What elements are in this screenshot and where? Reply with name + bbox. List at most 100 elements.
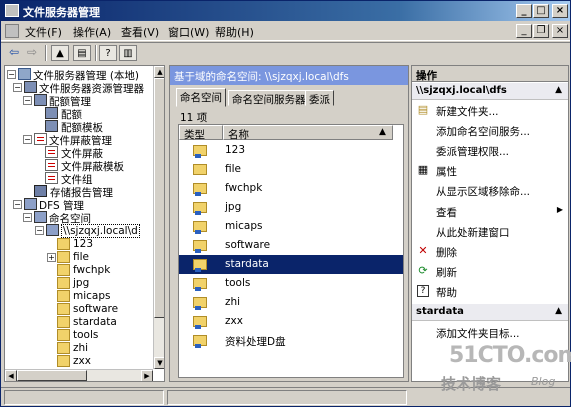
document-window-icon[interactable] — [5, 24, 19, 38]
scroll-thumb[interactable] — [17, 370, 87, 381]
table-row[interactable]: zxx — [179, 312, 403, 331]
collapse-icon[interactable]: − — [23, 213, 32, 222]
table-row[interactable]: software — [179, 236, 403, 255]
show-action-pane-icon[interactable]: ▥ — [119, 45, 137, 61]
folder-icon — [57, 251, 70, 263]
table-row[interactable]: file — [179, 160, 403, 179]
folder-new-icon: ▤ — [417, 103, 429, 116]
mdi-restore-button[interactable]: ❐ — [533, 24, 549, 38]
action-view[interactable]: 查看 ▶ — [412, 202, 568, 220]
actions-section-namespace[interactable]: \\sjzqxj.local\dfs ▲ — [412, 83, 568, 100]
column-header-type[interactable]: 类型 — [179, 125, 223, 141]
collapse-header-icon[interactable]: ▲ — [379, 127, 397, 137]
table-row-selected[interactable]: stardata — [179, 255, 403, 274]
tab-delegation[interactable]: 委派 — [305, 90, 334, 106]
collapse-icon[interactable]: − — [7, 70, 16, 79]
back-arrow-icon[interactable]: ⇦ — [5, 45, 23, 61]
watermark-blog: Blog — [531, 375, 556, 388]
shared-folder-icon — [193, 221, 207, 234]
shared-folder-icon — [193, 145, 207, 158]
collapse-icon[interactable]: − — [23, 135, 32, 144]
mdi-close-button[interactable]: × — [552, 24, 568, 38]
close-button[interactable]: × — [552, 4, 568, 18]
actions-title: 操作 — [412, 66, 568, 82]
action-new-folder[interactable]: ▤ 新建文件夹... — [412, 101, 568, 119]
scroll-thumb[interactable] — [154, 78, 164, 318]
help-icon[interactable]: ? — [99, 45, 117, 61]
action-add-folder-target[interactable]: 添加文件夹目标... — [412, 323, 568, 341]
toolbar-separator — [45, 45, 47, 61]
actions-pane: 操作 \\sjzqxj.local\dfs ▲ ▤ 新建文件夹... 添加命名空间… — [411, 65, 569, 382]
toolbar: ⇦ ⇨ ▲ ▤ ? ▥ — [1, 42, 570, 62]
actions-section-stardata[interactable]: stardata ▲ — [412, 304, 568, 321]
action-remove-from-display[interactable]: 从显示区域移除命... — [412, 181, 568, 199]
up-folder-icon[interactable]: ▲ — [51, 45, 69, 61]
menu-file[interactable]: 文件(F) — [25, 24, 62, 40]
menu-window[interactable]: 窗口(W) — [168, 24, 209, 40]
collapse-icon[interactable]: − — [13, 83, 22, 92]
properties-icon: ▦ — [417, 163, 429, 176]
tab-namespace[interactable]: 命名空间 — [176, 88, 226, 107]
tab-namespace-servers[interactable]: 命名空间服务器 — [228, 90, 310, 106]
collapse-section-icon[interactable]: ▲ — [555, 85, 562, 95]
show-tree-icon[interactable]: ▤ — [73, 45, 91, 61]
shared-folder-icon — [193, 183, 207, 196]
scroll-down-icon[interactable]: ▼ — [154, 357, 164, 369]
table-row[interactable]: 资料处理D盘 — [179, 331, 403, 350]
folder-icon — [57, 264, 70, 276]
app-window: 文件服务器管理 _ □ × 文件(F) 操作(A) 查看(V) 窗口(W) 帮助… — [0, 0, 571, 407]
namespace-icon — [34, 211, 47, 223]
quota-icon — [34, 94, 47, 106]
folder-icon — [57, 316, 70, 328]
expand-icon[interactable]: + — [47, 253, 56, 262]
screen-icon — [34, 133, 47, 145]
tree-horizontal-scrollbar[interactable]: ◀ ▶ — [5, 369, 153, 381]
action-refresh[interactable]: ⟳ 刷新 — [412, 262, 568, 280]
table-row[interactable]: zhi — [179, 293, 403, 312]
collapse-icon[interactable]: − — [35, 226, 44, 235]
watermark-cn: 技术博客 — [441, 375, 502, 393]
maximize-button[interactable]: □ — [533, 4, 549, 18]
action-add-namespace-server[interactable]: 添加命名空间服务... — [412, 121, 568, 139]
column-header-name[interactable]: 名称 — [223, 125, 393, 141]
table-row[interactable]: tools — [179, 274, 403, 293]
scroll-up-icon[interactable]: ▲ — [154, 66, 164, 78]
tree-vertical-scrollbar[interactable]: ▲ ▼ — [153, 66, 164, 369]
window-title: 文件服务器管理 — [23, 6, 100, 19]
mdi-minimize-button[interactable]: _ — [516, 24, 532, 38]
folder-list: 类型 名称 ▲ 123 file fwchpk jpg micaps softw… — [178, 124, 404, 378]
menu-help[interactable]: 帮助(H) — [215, 24, 254, 40]
help-icon: ? — [417, 285, 429, 297]
watermark-site: 51CTO.com — [449, 343, 571, 368]
scroll-left-icon[interactable]: ◀ — [5, 370, 17, 381]
table-row[interactable]: jpg — [179, 198, 403, 217]
action-delete[interactable]: ✕ 删除 — [412, 242, 568, 260]
table-row[interactable]: micaps — [179, 217, 403, 236]
collapse-icon[interactable]: − — [23, 96, 32, 105]
namespace-header: 基于域的命名空间: \\sjzqxj.local\dfs — [170, 66, 408, 85]
folder-icon — [57, 290, 70, 302]
action-help[interactable]: ? 帮助 — [412, 282, 568, 300]
title-bar[interactable]: 文件服务器管理 _ □ × — [1, 1, 570, 21]
action-delegate-permissions[interactable]: 委派管理权限... — [412, 141, 568, 159]
menu-view[interactable]: 查看(V) — [121, 24, 159, 40]
table-row[interactable]: fwchpk — [179, 179, 403, 198]
item-count: 11 项 — [180, 112, 208, 124]
forward-arrow-icon[interactable]: ⇨ — [23, 45, 41, 61]
tab-strip: 命名空间 命名空间服务器 委派 — [170, 88, 408, 107]
scroll-right-icon[interactable]: ▶ — [141, 370, 153, 381]
menu-action[interactable]: 操作(A) — [73, 24, 111, 40]
folder-icon — [57, 329, 70, 341]
action-new-window[interactable]: 从此处新建窗口 — [412, 222, 568, 240]
action-properties[interactable]: ▦ 属性 — [412, 161, 568, 179]
table-row[interactable]: 123 — [179, 141, 403, 160]
collapse-icon[interactable]: − — [13, 200, 22, 209]
minimize-button[interactable]: _ — [516, 4, 532, 18]
collapse-section-icon[interactable]: ▲ — [555, 306, 562, 316]
namespace-icon — [46, 224, 59, 236]
submenu-arrow-icon: ▶ — [556, 205, 563, 214]
folder-icon — [193, 164, 207, 175]
folder-icon — [57, 303, 70, 315]
toolbar-separator — [95, 45, 97, 61]
menu-bar: 文件(F) 操作(A) 查看(V) 窗口(W) 帮助(H) _ ❐ × — [1, 21, 570, 41]
